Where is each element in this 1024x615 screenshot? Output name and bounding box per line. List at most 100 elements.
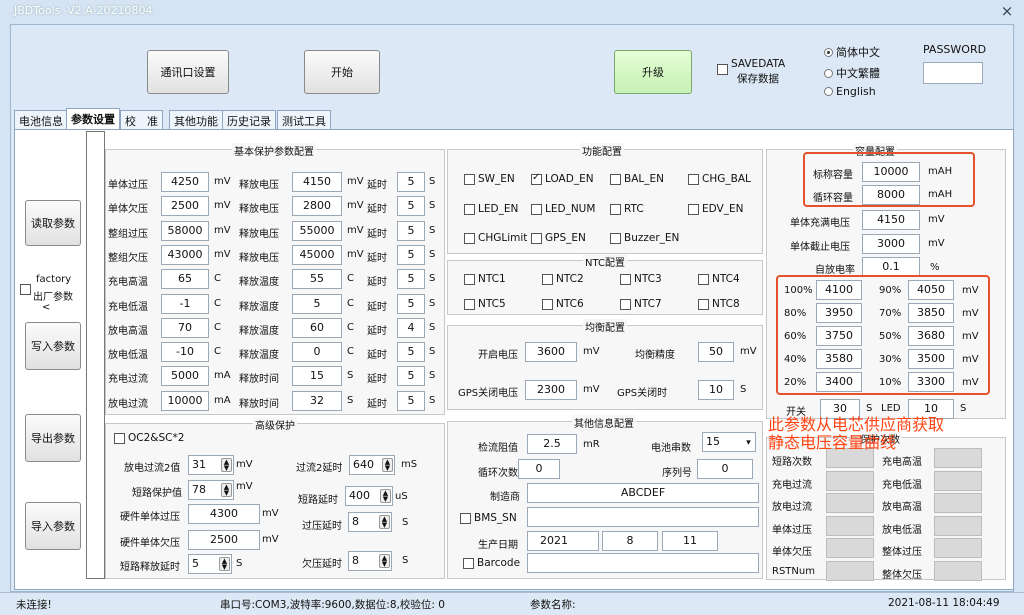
- tab-other-functions[interactable]: 其他功能: [169, 110, 223, 129]
- ntc-checkbox-6[interactable]: NTC6: [542, 298, 584, 310]
- basic-row-value-input[interactable]: 65: [161, 269, 209, 290]
- cycle-cap-input[interactable]: 8000: [862, 185, 920, 205]
- month-input[interactable]: 8: [602, 531, 658, 551]
- lang-radio-simplified[interactable]: 简体中文: [824, 44, 880, 60]
- ntc-checkbox-1[interactable]: NTC1: [464, 273, 506, 285]
- hw-uv-input[interactable]: 2500: [188, 530, 260, 550]
- gps-off-t-input[interactable]: 10: [698, 380, 734, 400]
- bms-sn-input[interactable]: [527, 507, 759, 527]
- export-params-button[interactable]: 导出参数: [25, 414, 81, 462]
- maker-input[interactable]: ABCDEF: [527, 483, 759, 503]
- factory-arrow-icon[interactable]: <: [42, 302, 50, 313]
- ntc-checkbox-4[interactable]: NTC4: [698, 273, 740, 285]
- basic-row-release-input[interactable]: 15: [292, 366, 342, 387]
- basic-row-value-input[interactable]: 70: [161, 317, 209, 338]
- basic-row-release-input[interactable]: 55000: [292, 220, 342, 241]
- short-release-select[interactable]: 5 ▲ ▼: [188, 554, 232, 574]
- full-v-input[interactable]: 4150: [862, 210, 920, 230]
- function-checkbox-bal-en[interactable]: BAL_EN: [610, 173, 664, 185]
- hw-ov-input[interactable]: 4300: [188, 504, 260, 524]
- year-input[interactable]: 2021: [527, 531, 599, 551]
- soc-input[interactable]: 3500: [908, 349, 954, 369]
- function-checkbox-rtc[interactable]: RTC: [610, 203, 644, 215]
- basic-row-release-input[interactable]: 4150: [292, 172, 342, 192]
- import-params-button[interactable]: 导入参数: [25, 502, 81, 550]
- basic-row-delay-input[interactable]: 5: [397, 366, 425, 387]
- write-params-button[interactable]: 写入参数: [25, 322, 81, 370]
- soc-input[interactable]: 3680: [908, 326, 954, 346]
- function-checkbox-led-num[interactable]: LED_NUM: [531, 203, 595, 215]
- ntc-checkbox-5[interactable]: NTC5: [464, 298, 506, 310]
- ntc-checkbox-8[interactable]: NTC8: [698, 298, 740, 310]
- close-icon[interactable]: ×: [996, 1, 1018, 21]
- basic-row-delay-input[interactable]: 5: [397, 342, 425, 363]
- basic-row-delay-input[interactable]: 5: [397, 390, 425, 411]
- basic-row-value-input[interactable]: -1: [161, 293, 209, 314]
- basic-row-delay-input[interactable]: 5: [397, 293, 425, 314]
- lang-radio-traditional[interactable]: 中文繁體: [824, 65, 880, 81]
- basic-row-release-input[interactable]: 55: [292, 269, 342, 290]
- basic-row-delay-input[interactable]: 5: [397, 172, 425, 192]
- balance-precision-input[interactable]: 50: [698, 342, 734, 362]
- basic-row-delay-input[interactable]: 5: [397, 269, 425, 290]
- cycles-input[interactable]: 0: [518, 459, 560, 479]
- basic-row-release-input[interactable]: 45000: [292, 244, 342, 265]
- soc-input[interactable]: 4050: [908, 280, 954, 300]
- balance-start-input[interactable]: 3600: [525, 342, 577, 362]
- ntc-checkbox-3[interactable]: NTC3: [620, 273, 662, 285]
- shunt-input[interactable]: 2.5: [527, 434, 577, 454]
- basic-row-delay-input[interactable]: 4: [397, 317, 425, 338]
- basic-row-delay-input[interactable]: 5: [397, 220, 425, 241]
- soc-input[interactable]: 3580: [816, 349, 862, 369]
- function-checkbox-chg-bal[interactable]: CHG_BAL: [688, 173, 751, 185]
- self-dis-input[interactable]: 0.1: [862, 257, 920, 277]
- basic-row-value-input[interactable]: 5000: [161, 366, 209, 387]
- cells-select[interactable]: 15 ▾: [702, 432, 756, 452]
- short-delay-select[interactable]: 400 ▲ ▼: [345, 486, 393, 506]
- function-checkbox-gps-en[interactable]: GPS_EN: [531, 232, 586, 244]
- comm-setup-button[interactable]: 通讯口设置: [147, 50, 229, 94]
- ov-delay-select[interactable]: 8 ▲ ▼: [348, 512, 392, 532]
- basic-row-value-input[interactable]: -10: [161, 342, 209, 363]
- basic-row-release-input[interactable]: 2800: [292, 196, 342, 217]
- tab-param-settings[interactable]: 参数设置: [66, 108, 120, 130]
- upgrade-button[interactable]: 升级: [614, 50, 692, 94]
- nominal-input[interactable]: 10000: [862, 162, 920, 182]
- gps-off-v-input[interactable]: 2300: [525, 380, 577, 400]
- password-input[interactable]: [923, 62, 983, 84]
- uv-delay-select[interactable]: 8 ▲ ▼: [348, 551, 392, 571]
- function-checkbox-load-en[interactable]: LOAD_EN: [531, 172, 594, 185]
- oc2sc-checkbox[interactable]: OC2&SC*2: [114, 432, 184, 444]
- basic-row-value-input[interactable]: 43000: [161, 244, 209, 265]
- basic-row-value-input[interactable]: 10000: [161, 390, 209, 411]
- read-params-button[interactable]: 读取参数: [25, 200, 81, 246]
- basic-row-delay-input[interactable]: 5: [397, 244, 425, 265]
- ntc-checkbox-7[interactable]: NTC7: [620, 298, 662, 310]
- soc-input[interactable]: 3300: [908, 372, 954, 392]
- short-select[interactable]: 78 ▲ ▼: [188, 480, 234, 500]
- barcode-checkbox[interactable]: Barcode: [463, 557, 520, 569]
- basic-row-release-input[interactable]: 5: [292, 293, 342, 314]
- tab-battery-info[interactable]: 电池信息: [14, 110, 68, 129]
- tab-test-tools[interactable]: 测试工具: [277, 110, 331, 129]
- savedata-checkbox[interactable]: [717, 64, 731, 75]
- basic-row-delay-input[interactable]: 5: [397, 196, 425, 217]
- dis-oc2-select[interactable]: 31 ▲ ▼: [188, 455, 234, 475]
- function-checkbox-edv-en[interactable]: EDV_EN: [688, 203, 743, 215]
- basic-row-value-input[interactable]: 2500: [161, 196, 209, 217]
- soc-input[interactable]: 3400: [816, 372, 862, 392]
- lang-radio-english[interactable]: English: [824, 85, 876, 98]
- start-button[interactable]: 开始: [304, 50, 380, 94]
- function-checkbox-led-en[interactable]: LED_EN: [464, 203, 518, 215]
- function-checkbox-sw-en[interactable]: SW_EN: [464, 173, 515, 185]
- function-checkbox-chglimit[interactable]: CHGLimit: [464, 232, 527, 244]
- basic-row-release-input[interactable]: 0: [292, 342, 342, 363]
- basic-row-release-input[interactable]: 32: [292, 390, 342, 411]
- cutoff-v-input[interactable]: 3000: [862, 234, 920, 254]
- basic-row-release-input[interactable]: 60: [292, 317, 342, 338]
- soc-input[interactable]: 3750: [816, 326, 862, 346]
- basic-row-value-input[interactable]: 4250: [161, 172, 209, 192]
- oc2-delay-select[interactable]: 640 ▲ ▼: [349, 455, 395, 475]
- barcode-input[interactable]: [527, 553, 759, 573]
- tab-calibration[interactable]: 校 准: [120, 110, 163, 129]
